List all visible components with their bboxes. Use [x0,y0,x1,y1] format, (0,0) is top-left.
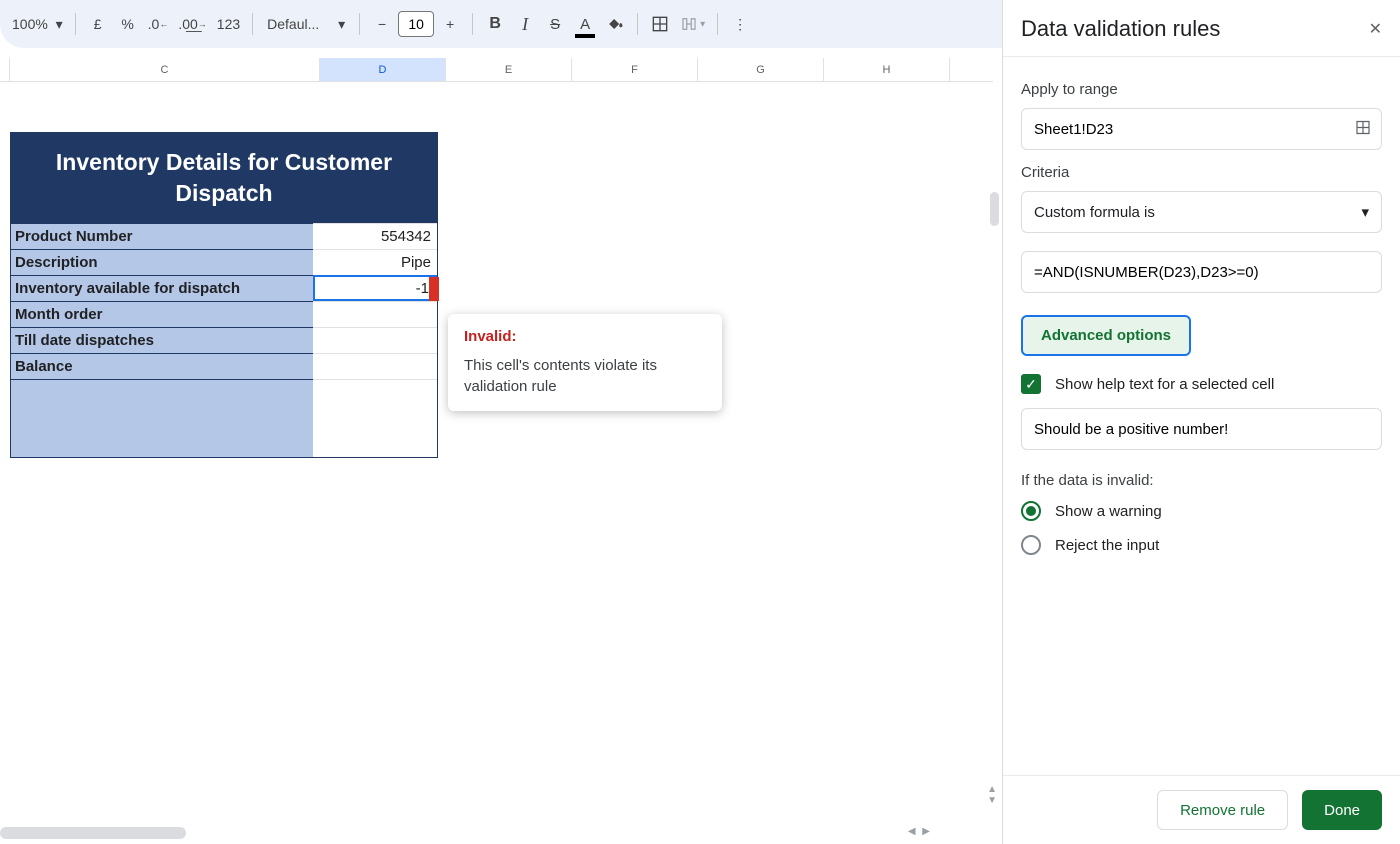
vertical-scrollbar-thumb[interactable] [990,192,999,226]
borders-button[interactable] [646,9,674,39]
bold-button[interactable]: B [481,9,509,39]
separator [472,13,473,35]
merge-icon [680,15,698,33]
validation-tooltip: Invalid: This cell's contents violate it… [448,314,722,411]
column-header-d[interactable]: D [320,58,446,81]
currency-format-button[interactable]: £ [84,9,112,39]
table-label-cell: Description [11,249,313,275]
table-label-cell: Inventory available for dispatch [11,275,313,301]
show-warning-radio[interactable] [1021,501,1041,521]
table-value-cell[interactable]: -1 [313,275,437,301]
table-row: Balance [11,353,437,379]
column-header-f[interactable]: F [572,58,698,81]
panel-title: Data validation rules [1021,16,1220,42]
table-value-cell[interactable] [313,353,437,379]
merge-cells-button[interactable]: ▾ [676,9,709,39]
table-value-cell[interactable]: Pipe [313,249,437,275]
table-label-cell: Till date dispatches [11,327,313,353]
scroll-left-icon[interactable]: ◀ [908,826,916,837]
decrease-fontsize-button[interactable]: − [368,9,396,39]
table-label-cell: Balance [11,353,313,379]
table-label-cell: Month order [11,301,313,327]
separator [252,13,253,35]
text-color-button[interactable]: A [571,9,599,39]
column-header-c[interactable]: C [10,58,320,81]
table-label-cell: Product Number [11,223,313,249]
separator [359,13,360,35]
increase-decimal-button[interactable]: .0̲0̲→ [174,9,210,39]
separator [717,13,718,35]
validation-error-marker[interactable] [429,277,439,301]
table-row: Inventory available for dispatch-1 [11,275,437,301]
table-title: Inventory Details for Customer Dispatch [11,133,437,223]
borders-icon [650,14,670,34]
show-warning-label: Show a warning [1055,503,1162,520]
increase-fontsize-button[interactable]: + [436,9,464,39]
done-button[interactable]: Done [1302,790,1382,830]
strikethrough-button[interactable]: S [541,9,569,39]
font-family-dropdown[interactable]: Defaul...▾ [261,9,351,39]
zoom-dropdown[interactable]: 100% ▾ [8,9,67,39]
show-help-text-checkbox[interactable]: ✓ [1021,374,1041,394]
table-row: Till date dispatches [11,327,437,353]
column-header-g[interactable]: G [698,58,824,81]
fill-color-button[interactable] [601,9,629,39]
column-header-e[interactable]: E [446,58,572,81]
table-row [11,379,437,457]
scroll-right-icon[interactable]: ▶ [922,826,930,837]
column-header-h[interactable]: H [824,58,950,81]
formula-input[interactable] [1021,251,1382,293]
table-value-cell[interactable] [313,379,437,457]
reject-input-label: Reject the input [1055,537,1159,554]
tooltip-title: Invalid: [464,328,706,345]
scrollbar-thumb[interactable] [0,827,186,839]
decrease-decimal-button[interactable]: .0← [144,9,173,39]
select-range-icon[interactable] [1354,119,1372,140]
tooltip-body: This cell's contents violate its validat… [464,355,706,397]
italic-button[interactable]: I [511,9,539,39]
table-value-cell[interactable] [313,327,437,353]
data-validation-panel: Data validation rules ✕ Apply to range C… [1002,0,1400,844]
more-button[interactable]: ⋮ [726,9,754,39]
separator [637,13,638,35]
table-value-cell[interactable] [313,301,437,327]
table-row: Month order [11,301,437,327]
fontsize-input[interactable] [398,11,434,37]
spreadsheet-grid[interactable]: CDEFGH Inventory Details for Customer Di… [0,58,993,844]
apply-range-input[interactable] [1021,108,1382,150]
remove-rule-button[interactable]: Remove rule [1157,790,1288,830]
table-row: DescriptionPipe [11,249,437,275]
help-text-input[interactable] [1021,408,1382,450]
show-help-text-label: Show help text for a selected cell [1055,376,1274,393]
table-row: Product Number554342 [11,223,437,249]
chevron-down-icon: ▾ [1361,203,1369,221]
advanced-options-button[interactable]: Advanced options [1021,315,1191,356]
number-format-button[interactable]: 123 [213,9,244,39]
column-headers: CDEFGH [0,58,993,82]
reject-input-radio[interactable] [1021,535,1041,555]
close-panel-button[interactable]: ✕ [1369,19,1382,39]
criteria-label: Criteria [1021,164,1382,181]
inventory-table: Inventory Details for Customer Dispatch … [10,132,438,458]
fill-bucket-icon [605,14,625,34]
invalid-data-label: If the data is invalid: [1021,472,1382,489]
criteria-dropdown[interactable]: Custom formula is▾ [1021,191,1382,233]
vertical-scroll-arrows[interactable]: ▲▼ [987,784,997,806]
table-value-cell[interactable]: 554342 [313,223,437,249]
apply-range-label: Apply to range [1021,81,1382,98]
separator [75,13,76,35]
horizontal-scrollbar[interactable]: ◀ ▶ [0,826,930,840]
table-label-cell [11,379,313,457]
percent-format-button[interactable]: % [114,9,142,39]
